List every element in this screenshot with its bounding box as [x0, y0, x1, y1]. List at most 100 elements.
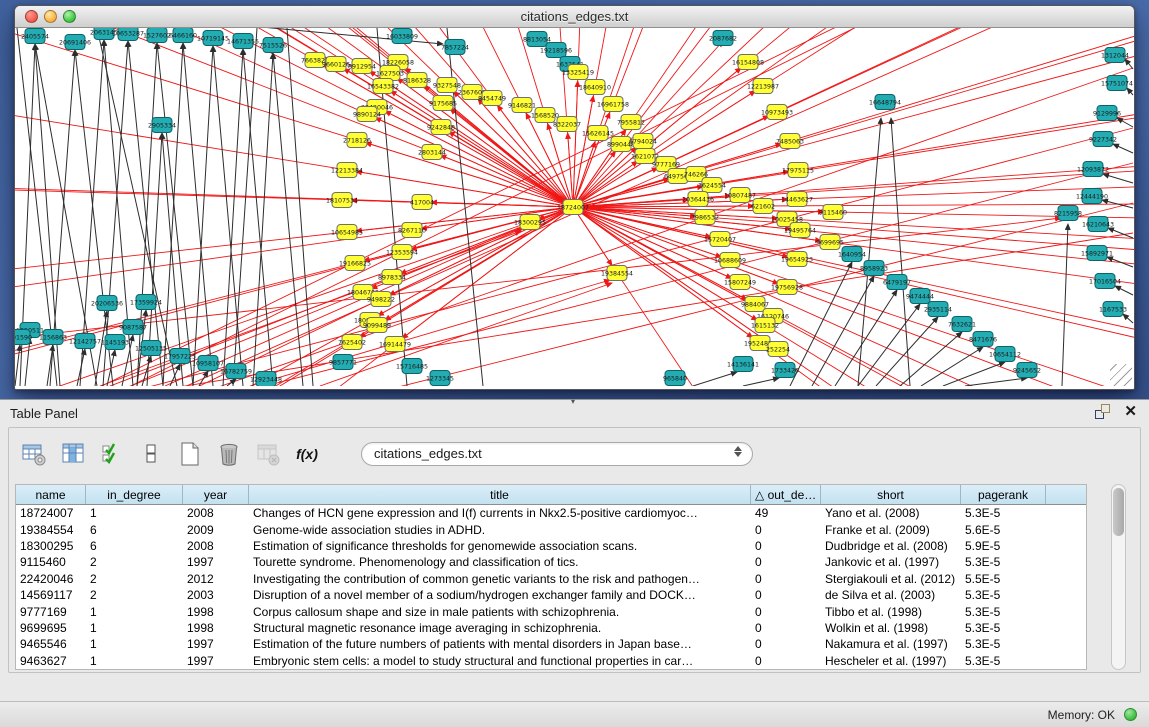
network-canvas[interactable]: 2405574206914062063145106532871527602646… [15, 28, 1134, 386]
graph-node[interactable]: 18300295 [514, 215, 546, 230]
graph-node[interactable]: 9087587 [119, 320, 147, 335]
graph-node[interactable]: 12213384 [331, 163, 363, 178]
table-cell[interactable]: Changes of HCN gene expression and I(f) … [249, 506, 751, 520]
float-panel-icon[interactable] [1095, 404, 1110, 419]
graph-node[interactable]: 1640954 [838, 247, 866, 262]
table-cell[interactable]: Disruption of a novel member of a sodium… [249, 588, 751, 602]
graph-node[interactable]: 15716485 [396, 359, 428, 374]
table-row[interactable]: 1938455462009Genome-wide association stu… [16, 521, 1086, 537]
graph-node[interactable]: 2087682 [709, 31, 737, 46]
table-cell[interactable]: 2009 [183, 523, 249, 537]
row-selector-icon[interactable] [138, 441, 164, 467]
table-cell[interactable]: Dudbridge et al. (2008) [821, 539, 961, 553]
table-cell[interactable]: 6 [86, 539, 183, 553]
graph-node[interactable]: 621602 [751, 199, 775, 214]
graph-node[interactable]: 14671355 [227, 34, 259, 49]
table-cell[interactable]: 0 [751, 621, 821, 635]
table-cell[interactable]: Nakamura et al. (1997) [821, 637, 961, 651]
table-cell[interactable]: 1 [86, 506, 183, 520]
table-cell[interactable]: 2 [86, 572, 183, 586]
graph-node[interactable]: 9175685 [429, 96, 457, 111]
table-cell[interactable]: 14569117 [16, 588, 86, 602]
table-row[interactable]: 946554611997Estimation of the future num… [16, 636, 1086, 652]
graph-node[interactable]: 9327548 [433, 78, 461, 93]
table-row[interactable]: 1830029562008Estimation of significance … [16, 538, 1086, 554]
graph-node[interactable]: 1312044 [1101, 48, 1129, 63]
table-cell[interactable]: 18300295 [16, 539, 86, 553]
table-cell[interactable]: Estimation of significance thresholds fo… [249, 539, 751, 553]
graph-node[interactable]: 6479197 [883, 275, 911, 290]
table-cell[interactable]: 22420046 [16, 572, 86, 586]
table-row[interactable]: 969969511998Structural magnetic resonanc… [16, 620, 1086, 636]
graph-node[interactable]: 9498222 [367, 292, 395, 307]
table-cell[interactable]: 1997 [183, 654, 249, 668]
table-cell[interactable]: 9699695 [16, 621, 86, 635]
graph-node[interactable]: 8186328 [403, 73, 431, 88]
column-header[interactable]: title [249, 485, 751, 504]
table-cell[interactable]: Structural magnetic resonance image aver… [249, 621, 751, 635]
graph-node[interactable]: 9227342 [1089, 132, 1117, 147]
table-cell[interactable]: 2012 [183, 572, 249, 586]
graph-node[interactable]: 7632621 [948, 317, 976, 332]
graph-node[interactable]: 8978334 [378, 270, 406, 285]
column-header[interactable]: name [16, 485, 86, 504]
graph-node[interactable]: 9115460 [819, 205, 847, 220]
table-cell[interactable]: 2 [86, 555, 183, 569]
graph-node[interactable]: 20206536 [91, 296, 123, 311]
graph-node[interactable]: 12444190 [1076, 189, 1108, 204]
table-cell[interactable]: 9465546 [16, 637, 86, 651]
graph-node[interactable]: 1156863 [39, 330, 67, 345]
graph-node[interactable]: 9699695 [816, 235, 844, 250]
close-panel-icon[interactable]: ✕ [1124, 404, 1137, 419]
table-cell[interactable]: 1997 [183, 555, 249, 569]
table-cell[interactable]: de Silva et al. (2003) [821, 588, 961, 602]
graph-node[interactable]: 7485063 [776, 134, 804, 149]
table-cell[interactable]: 5.6E-5 [961, 523, 1046, 537]
table-cell[interactable]: 5.5E-5 [961, 572, 1046, 586]
table-row[interactable]: 1456911722003Disruption of a novel membe… [16, 587, 1086, 603]
graph-node[interactable]: 14136141 [727, 357, 759, 372]
graph-node[interactable]: 9245652 [1013, 363, 1041, 378]
column-header[interactable]: short [821, 485, 961, 504]
graph-node[interactable]: 12142757 [69, 334, 101, 349]
graph-node[interactable]: 18640910 [579, 80, 611, 95]
graph-node[interactable]: 252254 [766, 342, 790, 357]
graph-node[interactable]: 7625402 [338, 335, 366, 350]
table-cell[interactable]: Franke et al. (2009) [821, 523, 961, 537]
table-cell[interactable]: 0 [751, 588, 821, 602]
column-header[interactable]: △ out_de… [751, 485, 821, 504]
graph-node[interactable]: 9146821 [508, 98, 536, 113]
graph-node[interactable]: 8454749 [478, 91, 506, 106]
table-cell[interactable]: Genome-wide association studies in ADHD. [249, 523, 751, 537]
graph-node[interactable]: 2803144 [418, 145, 446, 160]
window-titlebar[interactable]: citations_edges.txt [15, 6, 1134, 28]
table-cell[interactable]: 9777169 [16, 605, 86, 619]
column-header[interactable]: pagerank [961, 485, 1046, 504]
graph-node[interactable]: 1167533 [1099, 302, 1127, 317]
table-row[interactable]: 2242004622012Investigating the contribut… [16, 571, 1086, 587]
graph-node[interactable]: 1733426 [771, 363, 799, 378]
table-cell[interactable]: 5.3E-5 [961, 506, 1046, 520]
table-cell[interactable]: Yano et al. (2008) [821, 506, 961, 520]
select-columns-icon[interactable] [60, 441, 86, 467]
table-scrollbar-thumb[interactable] [1113, 488, 1124, 536]
graph-node[interactable]: 8215958 [1054, 206, 1082, 221]
table-cell[interactable]: Estimation of the future numbers of pati… [249, 637, 751, 651]
table-cell[interactable]: Jankovic et al. (1997) [821, 555, 961, 569]
table-cell[interactable]: 0 [751, 523, 821, 537]
graph-node[interactable]: 7986532 [691, 210, 719, 225]
graph-node[interactable]: 16648794 [869, 95, 901, 110]
graph-node[interactable]: 8267110 [398, 223, 426, 238]
table-cell[interactable]: 1 [86, 621, 183, 635]
table-cell[interactable]: Investigating the contribution of common… [249, 572, 751, 586]
graph-node[interactable]: 19166825 [339, 256, 371, 271]
graph-node[interactable]: 1145193 [101, 335, 129, 350]
graph-node[interactable]: 9857771 [329, 355, 357, 370]
table-cell[interactable]: 5.3E-5 [961, 621, 1046, 635]
table-cell[interactable]: Corpus callosum shape and size in male p… [249, 605, 751, 619]
table-cell[interactable]: 2 [86, 588, 183, 602]
graph-node[interactable]: 1568520 [531, 108, 559, 123]
graph-node[interactable]: 20691406 [59, 35, 91, 50]
table-cell[interactable]: Stergiakouli et al. (2012) [821, 572, 961, 586]
table-cell[interactable]: 1998 [183, 621, 249, 635]
